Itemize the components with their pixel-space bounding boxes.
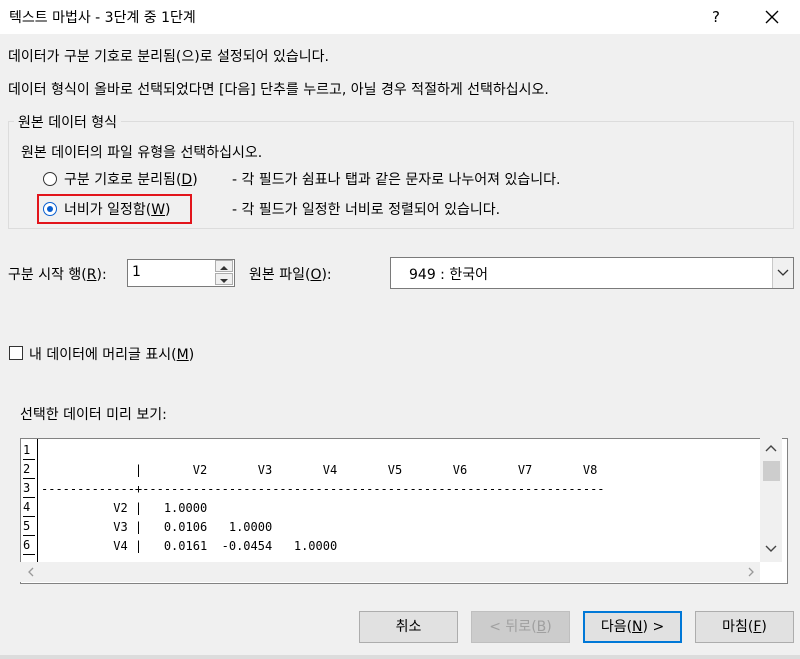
chevron-down-icon — [777, 269, 789, 276]
file-origin-label: 원본 파일(O): — [249, 267, 332, 283]
cancel-button[interactable]: 취소 — [359, 611, 458, 643]
line-number: 2 — [23, 460, 35, 479]
group-legend: 원본 데이터 형식 — [14, 112, 122, 132]
chevron-up-icon[interactable] — [763, 441, 779, 455]
preview-line: V4 | 0.0161 -0.0454 1.0000 — [41, 539, 338, 553]
finish-button[interactable]: 마침(F) — [695, 611, 794, 643]
file-origin-value: 949 : 한국어 — [409, 267, 488, 283]
preview-line: V3 | 0.0106 1.0000 — [41, 520, 273, 534]
line-number: 6 — [23, 536, 35, 555]
preview-line: | V2 V3 V4 V5 V6 V7 V8 — [41, 463, 598, 477]
dropdown-button[interactable] — [772, 258, 793, 288]
chevron-down-icon[interactable] — [763, 542, 779, 556]
start-row-value: 1 — [132, 264, 141, 280]
bottom-edge — [0, 655, 800, 659]
fixed-width-label[interactable]: 너비가 일정함(W) — [64, 199, 171, 219]
line-number: 4 — [23, 498, 35, 517]
intro-line-2: 데이터 형식이 올바로 선택되었다면 [다음] 단추를 누르고, 아닐 경우 적… — [8, 82, 549, 98]
back-button[interactable]: < 뒤로(B) — [471, 611, 570, 643]
close-button[interactable] — [756, 4, 788, 30]
preview-label: 선택한 데이터 미리 보기: — [20, 407, 167, 423]
delimited-radio[interactable] — [43, 172, 57, 186]
chevron-left-icon[interactable] — [24, 565, 38, 579]
delimited-label[interactable]: 구분 기호로 분리됨(D) — [64, 169, 198, 189]
delimited-description: - 각 필드가 쉼표나 탭과 같은 문자로 나누어져 있습니다. — [232, 172, 561, 188]
chevron-down-icon — [220, 279, 228, 283]
fixed-width-radio[interactable] — [43, 202, 57, 216]
title-bar: 텍스트 마법사 - 3단계 중 1단계 ? — [0, 0, 800, 34]
line-number: 5 — [23, 517, 35, 536]
line-number: 3 — [23, 479, 35, 498]
intro-line-1: 데이터가 구분 기호로 분리됨(으)로 설정되어 있습니다. — [8, 49, 329, 65]
window-title: 텍스트 마법사 - 3단계 중 1단계 — [9, 10, 196, 26]
help-button[interactable]: ? — [700, 4, 732, 30]
next-button[interactable]: 다음(N) > — [583, 611, 682, 643]
fixed-width-description: - 각 필드가 일정한 너비로 정렬되어 있습니다. — [232, 202, 501, 218]
headers-checkbox-label[interactable]: 내 데이터에 머리글 표시(M) — [29, 344, 194, 364]
scrollbar-thumb[interactable] — [763, 461, 780, 481]
headers-checkbox[interactable] — [9, 346, 23, 360]
preview-vertical-scrollbar[interactable] — [760, 438, 782, 562]
chevron-up-icon — [220, 266, 228, 270]
preview-line: -------------+--------------------------… — [41, 482, 605, 496]
preview-horizontal-scrollbar[interactable] — [20, 562, 760, 582]
close-icon — [765, 10, 779, 24]
chevron-right-icon[interactable] — [744, 565, 758, 579]
preview-line: V2 | 1.0000 — [41, 501, 208, 515]
spin-down-button[interactable] — [215, 273, 233, 285]
spin-up-button[interactable] — [215, 260, 233, 272]
start-row-label: 구분 시작 행(R): — [8, 267, 107, 283]
line-number: 1 — [23, 441, 35, 460]
file-origin-select[interactable]: 949 : 한국어 — [390, 257, 794, 289]
file-type-prompt: 원본 데이터의 파일 유형을 선택하십시오. — [21, 145, 263, 161]
